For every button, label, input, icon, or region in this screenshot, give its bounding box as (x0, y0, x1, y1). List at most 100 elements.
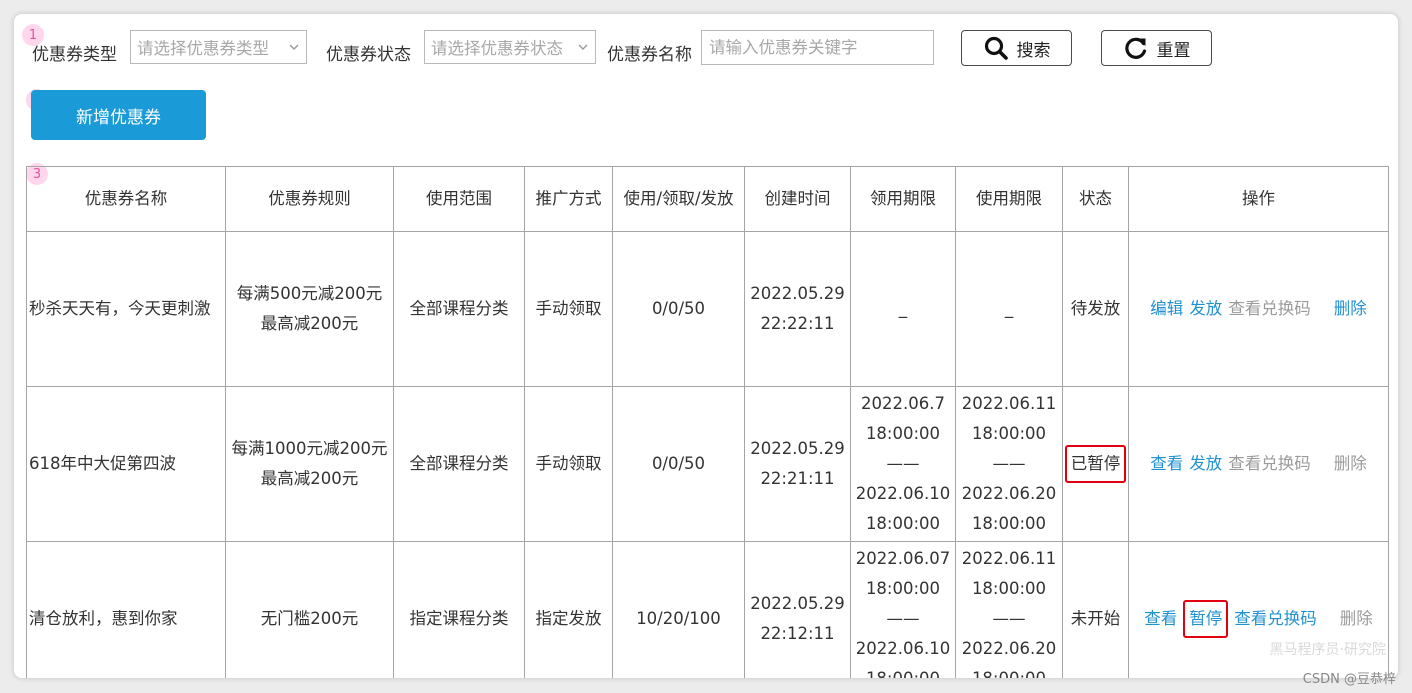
refresh-icon (1124, 37, 1146, 59)
add-coupon-button[interactable]: 新增优惠券 (31, 90, 206, 140)
delete-link[interactable]: 删除 (1334, 299, 1367, 318)
column-header: 使用期限 (955, 166, 1063, 232)
period-line: 18:00:00 (971, 424, 1047, 443)
period-line: 18:00:00 (865, 424, 941, 443)
pause-link[interactable]: 暂停 (1183, 600, 1229, 638)
column-header: 操作 (1128, 166, 1389, 232)
period-line: 18:00:00 (971, 579, 1047, 598)
created-cell: 2022.05.29 22:12:11 (744, 541, 851, 678)
use-period-cell: 2022.06.11 18:00:00 —— 2022.06.20 18:00:… (955, 541, 1063, 678)
promo-cell: 手动领取 (524, 231, 613, 387)
column-header: 推广方式 (524, 166, 613, 232)
operations-cell: 查看 发放 查看兑换码 删除 (1128, 386, 1389, 542)
status-cell: 未开始 (1062, 541, 1129, 678)
created-date: 2022.05.29 (750, 594, 845, 613)
scope-cell: 全部课程分类 (393, 231, 525, 387)
coupon-rule-cell: 每满500元减200元 最高减200元 (225, 231, 394, 387)
coupon-table: 优惠券名称 优惠券规则 使用范围 推广方式 使用/领取/发放 创建时间 领用期限… (26, 166, 1389, 678)
status-cell: 待发放 (1062, 231, 1129, 387)
promo-cell: 指定发放 (524, 541, 613, 678)
coupon-status-select[interactable]: 请选择优惠券状态 (424, 30, 596, 64)
operations-cell: 编辑 发放 查看兑换码 删除 (1128, 231, 1389, 387)
reset-button[interactable]: 重置 (1101, 30, 1212, 66)
coupon-type-select[interactable]: 请选择优惠券类型 (130, 30, 307, 64)
table-row: 秒杀天天有，今天更刺激 每满500元减200元 最高减200元 全部课程分类 手… (26, 231, 1389, 387)
reset-button-label: 重置 (1156, 40, 1191, 61)
coupon-status-placeholder: 请选择优惠券状态 (431, 39, 563, 58)
coupon-name-cell: 清仓放利，惠到你家 (26, 541, 226, 678)
rule-line: 最高减200元 (260, 314, 359, 333)
promo-cell: 手动领取 (524, 386, 613, 542)
period-line: 18:00:00 (865, 579, 941, 598)
scope-cell: 指定课程分类 (393, 541, 525, 678)
created-time: 22:12:11 (760, 624, 835, 643)
rule-line: 每满500元减200元 (236, 284, 383, 303)
issue-link[interactable]: 发放 (1189, 454, 1222, 473)
counts-cell: 0/0/50 (612, 231, 745, 387)
search-icon (984, 36, 1008, 60)
table-row: 清仓放利，惠到你家 无门槛200元 指定课程分类 指定发放 10/20/100 … (26, 541, 1389, 678)
view-link[interactable]: 查看 (1150, 454, 1183, 473)
status-badge-paused: 已暂停 (1064, 445, 1127, 483)
status-cell: 已暂停 (1062, 386, 1129, 542)
search-button[interactable]: 搜索 (961, 30, 1072, 66)
coupon-management-panel: 1 2 3 优惠券类型 请选择优惠券类型 优惠券状态 请选择优惠券状态 优惠券名… (14, 14, 1398, 678)
column-header: 优惠券名称 (26, 166, 226, 232)
created-time: 22:22:11 (760, 314, 835, 333)
coupon-rule-cell: 每满1000元减200元 最高减200元 (225, 386, 394, 542)
column-header: 创建时间 (744, 166, 851, 232)
column-header: 使用/领取/发放 (612, 166, 745, 232)
use-period-cell: 2022.06.11 18:00:00 —— 2022.06.20 18:00:… (955, 386, 1063, 542)
period-line: 18:00:00 (971, 514, 1047, 533)
table-row: 618年中大促第四波 每满1000元减200元 最高减200元 全部课程分类 手… (26, 386, 1389, 542)
counts-cell: 0/0/50 (612, 386, 745, 542)
period-line: 2022.06.20 (961, 484, 1057, 503)
search-button-label: 搜索 (1016, 40, 1051, 61)
period-line: 18:00:00 (865, 514, 941, 533)
coupon-type-label: 优惠券类型 (32, 45, 117, 65)
view-codes-link[interactable]: 查看兑换码 (1228, 299, 1311, 318)
coupon-name-label: 优惠券名称 (607, 45, 692, 65)
claim-period-cell: _ (850, 231, 956, 387)
claim-period-cell: 2022.06.7 18:00:00 —— 2022.06.10 18:00:0… (850, 386, 956, 542)
coupon-type-placeholder: 请选择优惠券类型 (137, 39, 269, 58)
period-line: 18:00:00 (851, 664, 955, 678)
period-line: 2022.06.07 (855, 549, 951, 568)
delete-link[interactable]: 删除 (1334, 454, 1367, 473)
period-line: 2022.06.10 (855, 639, 951, 658)
edit-link[interactable]: 编辑 (1150, 299, 1183, 318)
period-line: 18:00:00 (956, 664, 1062, 678)
created-cell: 2022.05.29 22:21:11 (744, 386, 851, 542)
coupon-rule-cell: 无门槛200元 (225, 541, 394, 678)
view-codes-link[interactable]: 查看兑换码 (1228, 454, 1311, 473)
claim-period-cell: 2022.06.07 18:00:00 —— 2022.06.10 18:00:… (850, 541, 956, 678)
period-line: 2022.06.11 (961, 549, 1057, 568)
period-line: 2022.06.10 (855, 484, 951, 503)
column-header: 使用范围 (393, 166, 525, 232)
scope-cell: 全部课程分类 (393, 386, 525, 542)
delete-link[interactable]: 删除 (1340, 609, 1373, 628)
csdn-watermark: CSDN @豆恭梓 (1302, 672, 1396, 687)
created-date: 2022.05.29 (750, 284, 845, 303)
period-line: 2022.06.11 (961, 394, 1057, 413)
rule-line: 最高减200元 (260, 469, 359, 488)
created-cell: 2022.05.29 22:22:11 (744, 231, 851, 387)
coupon-name-cell: 618年中大促第四波 (26, 386, 226, 542)
created-time: 22:21:11 (760, 469, 835, 488)
rule-line: 每满1000元减200元 (231, 439, 388, 458)
period-line: —— (886, 454, 920, 473)
issue-link[interactable]: 发放 (1189, 299, 1222, 318)
counts-cell: 10/20/100 (612, 541, 745, 678)
view-codes-link[interactable]: 查看兑换码 (1234, 609, 1317, 628)
faint-watermark: 黑马程序员·研究院 (1269, 642, 1386, 658)
coupon-keyword-input[interactable] (701, 30, 934, 65)
use-period-cell: _ (955, 231, 1063, 387)
column-header: 状态 (1062, 166, 1129, 232)
table-header-row: 优惠券名称 优惠券规则 使用范围 推广方式 使用/领取/发放 创建时间 领用期限… (26, 166, 1389, 232)
view-link[interactable]: 查看 (1144, 609, 1177, 628)
created-date: 2022.05.29 (750, 439, 845, 458)
period-line: 2022.06.20 (961, 639, 1057, 658)
rule-line: 无门槛200元 (260, 609, 359, 628)
column-header: 优惠券规则 (225, 166, 394, 232)
coupon-status-label: 优惠券状态 (326, 45, 411, 65)
